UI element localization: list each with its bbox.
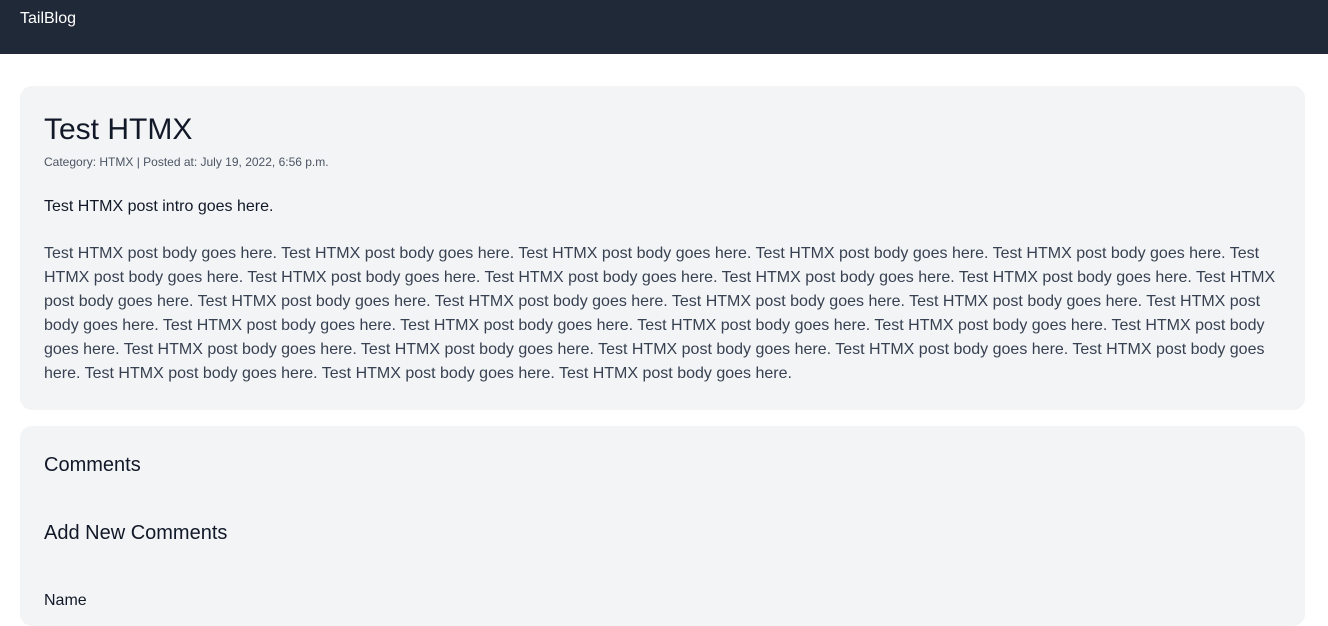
top-navbar: TailBlog <box>0 0 1328 54</box>
add-comment-heading: Add New Comments <box>44 522 228 544</box>
post-intro: Test HTMX post intro goes here. <box>44 198 274 215</box>
name-field-label: Name <box>44 592 87 609</box>
post-title: Test HTMX <box>44 113 193 146</box>
post-meta: Category: HTMX | Posted at: July 19, 202… <box>44 155 329 169</box>
post-card: Test HTMX Category: HTMX | Posted at: Ju… <box>20 86 1305 410</box>
brand-link[interactable]: TailBlog <box>20 9 76 29</box>
comments-card: Comments Add New Comments Name <box>20 426 1305 626</box>
comments-heading: Comments <box>44 454 141 476</box>
post-body: Test HTMX post body goes here. Test HTMX… <box>44 245 1276 382</box>
